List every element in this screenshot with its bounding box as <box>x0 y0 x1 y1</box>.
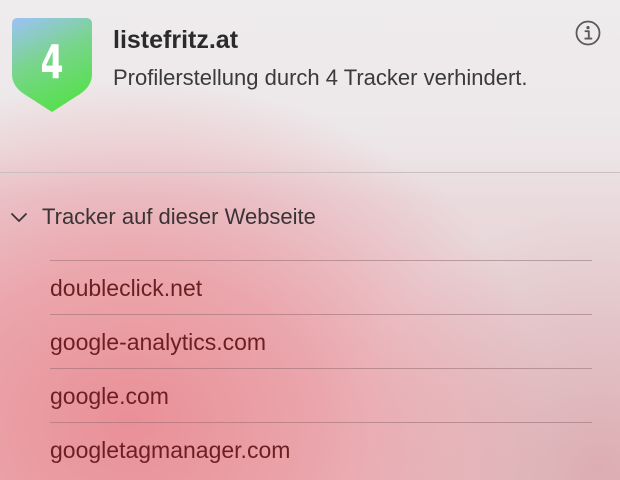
tracker-list: doubleclick.net google-analytics.com goo… <box>50 260 592 476</box>
shield-icon: 4 <box>10 14 94 114</box>
trackers-section-toggle[interactable]: Tracker auf dieser Webseite <box>8 200 316 234</box>
site-name: listefritz.at <box>113 26 239 54</box>
tracker-item[interactable]: google-analytics.com <box>50 314 592 368</box>
tracker-domain: doubleclick.net <box>50 275 203 301</box>
tracker-domain: google.com <box>50 383 169 409</box>
tracker-summary: Profilerstellung durch 4 Tracker verhind… <box>113 65 528 90</box>
info-icon[interactable] <box>575 20 601 46</box>
tracker-item[interactable]: doubleclick.net <box>50 260 592 314</box>
header-divider <box>0 172 620 173</box>
tracker-item[interactable]: googletagmanager.com <box>50 422 592 476</box>
tracker-item[interactable]: google.com <box>50 368 592 422</box>
tracker-count: 4 <box>40 35 64 89</box>
chevron-down-icon <box>11 213 27 222</box>
tracker-domain: google-analytics.com <box>50 329 267 355</box>
trackers-section-label: Tracker auf dieser Webseite <box>42 204 316 229</box>
privacy-report-header: 4 listefritz.at Profilerstellung durch 4… <box>0 0 620 172</box>
tracker-domain: googletagmanager.com <box>50 437 291 463</box>
